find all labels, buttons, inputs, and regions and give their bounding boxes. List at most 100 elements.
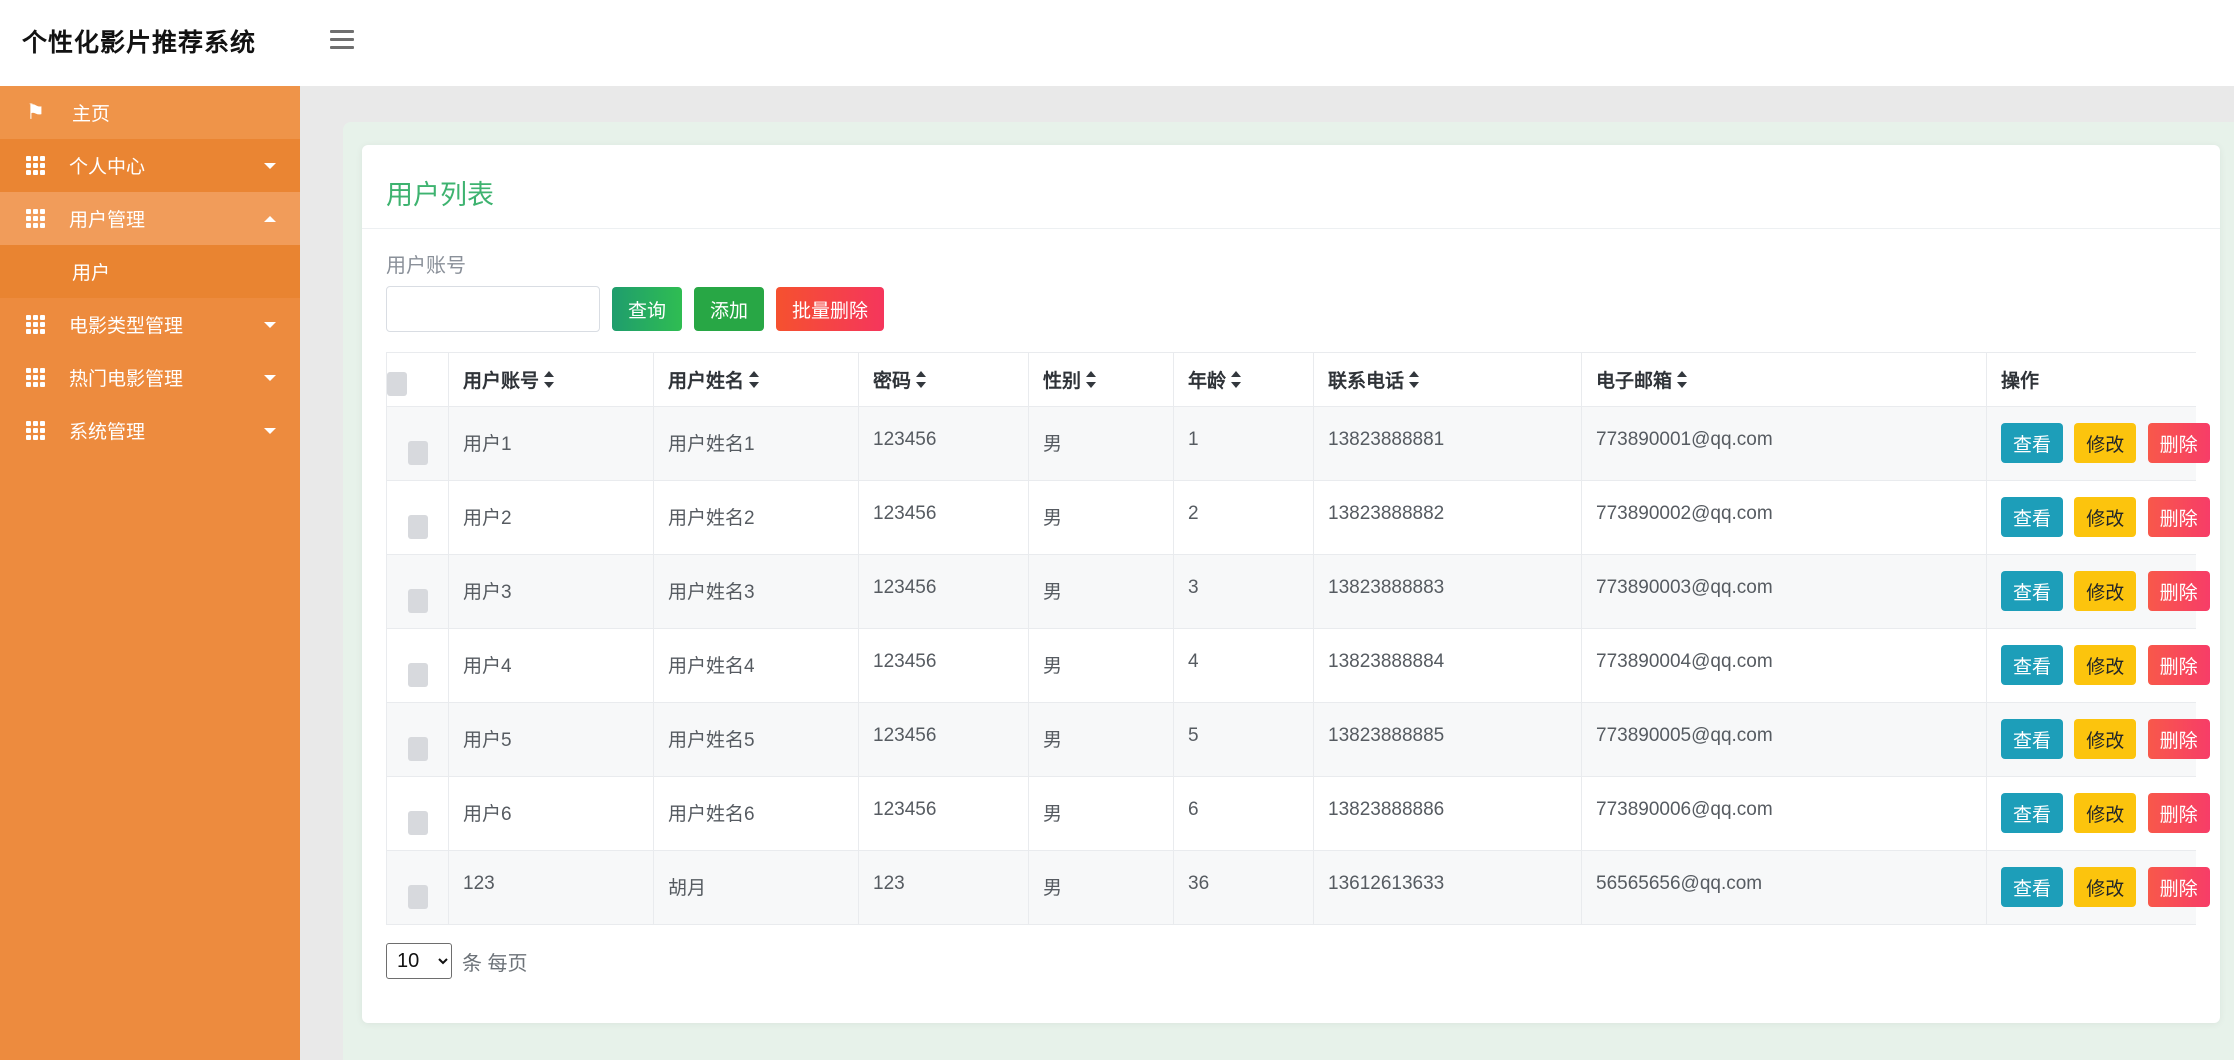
sort-icon	[1677, 371, 1688, 388]
cell-age: 3	[1173, 554, 1314, 629]
cell-gender: 男	[1028, 554, 1174, 629]
row-checkbox[interactable]	[407, 515, 428, 539]
column-header-gender[interactable]: 性别	[1028, 352, 1174, 407]
cell-gender: 男	[1028, 702, 1174, 777]
cell-phone: 13823888885	[1313, 702, 1582, 777]
add-button[interactable]: 添加	[694, 287, 765, 331]
table-row: 用户3 用户姓名3 123456 男 3 13823888883 7738900…	[386, 554, 2210, 629]
edit-button[interactable]: 修改	[2074, 497, 2137, 537]
sidebar-item-label: 主页	[72, 104, 111, 125]
sidebar-item-personal-center[interactable]: 个人中心	[0, 139, 300, 192]
table-row: 用户6 用户姓名6 123456 男 6 13823888886 7738900…	[386, 776, 2210, 851]
cell-gender: 男	[1028, 628, 1174, 703]
sidebar-item-hot-movie-management[interactable]: 热门电影管理	[0, 351, 300, 404]
delete-button[interactable]: 删除	[2147, 867, 2210, 907]
edit-button[interactable]: 修改	[2074, 719, 2137, 759]
actions-cell: 查看 修改 删除	[1986, 850, 2210, 925]
column-header-action: 操作	[1986, 352, 2196, 407]
sort-icon	[1231, 371, 1242, 388]
cell-gender: 男	[1028, 776, 1174, 851]
cell-account: 用户5	[448, 702, 654, 777]
delete-button[interactable]: 删除	[2147, 645, 2210, 685]
delete-button[interactable]: 删除	[2147, 793, 2210, 833]
sidebar-item-movie-type-management[interactable]: 电影类型管理	[0, 298, 300, 351]
edit-button[interactable]: 修改	[2074, 571, 2137, 611]
grid-icon	[26, 156, 45, 175]
view-button[interactable]: 查看	[2001, 645, 2064, 685]
sidebar-item-user-management[interactable]: 用户管理	[0, 192, 300, 245]
cell-gender: 男	[1028, 406, 1174, 481]
view-button[interactable]: 查看	[2001, 423, 2064, 463]
sidebar-item-label: 电影类型管理	[69, 316, 184, 337]
cell-email: 773890004@qq.com	[1581, 628, 1987, 703]
column-header-label: 用户账号	[463, 371, 540, 392]
select-all-header-cell	[386, 352, 449, 407]
column-header-label: 联系电话	[1328, 371, 1405, 392]
cell-name: 用户姓名4	[653, 628, 859, 703]
cell-password: 123	[858, 850, 1029, 925]
delete-button[interactable]: 删除	[2147, 497, 2210, 537]
column-header-label: 电子邮箱	[1596, 371, 1673, 392]
cell-account: 用户2	[448, 480, 654, 555]
delete-button[interactable]: 删除	[2147, 571, 2210, 611]
edit-button[interactable]: 修改	[2074, 645, 2137, 685]
column-header-password[interactable]: 密码	[858, 352, 1029, 407]
row-checkbox[interactable]	[407, 589, 428, 613]
sidebar-item-label: 系统管理	[69, 422, 146, 443]
page-size-select[interactable]: 10	[386, 943, 452, 979]
table-row: 用户2 用户姓名2 123456 男 2 13823888882 7738900…	[386, 480, 2210, 555]
menu-toggle-icon[interactable]	[330, 30, 354, 54]
row-checkbox[interactable]	[407, 441, 428, 465]
delete-button[interactable]: 删除	[2147, 719, 2210, 759]
cell-password: 123456	[858, 628, 1029, 703]
cell-email: 56565656@qq.com	[1581, 850, 1987, 925]
delete-button[interactable]: 删除	[2147, 423, 2210, 463]
cell-name: 用户姓名3	[653, 554, 859, 629]
account-search-input[interactable]	[386, 286, 600, 332]
column-header-name[interactable]: 用户姓名	[653, 352, 859, 407]
cell-phone: 13823888884	[1313, 628, 1582, 703]
cell-phone: 13612613633	[1313, 850, 1582, 925]
row-checkbox[interactable]	[407, 885, 428, 909]
row-checkbox[interactable]	[407, 811, 428, 835]
cell-email: 773890005@qq.com	[1581, 702, 1987, 777]
sidebar-item-home[interactable]: ⚑ 主页	[0, 86, 300, 139]
column-header-email[interactable]: 电子邮箱	[1581, 352, 1987, 407]
view-button[interactable]: 查看	[2001, 497, 2064, 537]
sidebar-item-user[interactable]: 用户	[0, 245, 300, 298]
batch-delete-button[interactable]: 批量删除	[776, 287, 885, 331]
edit-button[interactable]: 修改	[2074, 867, 2137, 907]
select-all-checkbox[interactable]	[387, 372, 407, 396]
column-header-account[interactable]: 用户账号	[448, 352, 654, 407]
cell-account: 用户3	[448, 554, 654, 629]
edit-button[interactable]: 修改	[2074, 423, 2137, 463]
view-button[interactable]: 查看	[2001, 867, 2064, 907]
column-header-phone[interactable]: 联系电话	[1313, 352, 1582, 407]
cell-email: 773890003@qq.com	[1581, 554, 1987, 629]
sidebar: ⚑ 主页 个人中心 用户管理 用户 电影类型管理 热门电影管理 系统管理	[0, 86, 300, 1060]
view-button[interactable]: 查看	[2001, 719, 2064, 759]
view-button[interactable]: 查看	[2001, 793, 2064, 833]
cell-age: 36	[1173, 850, 1314, 925]
sidebar-item-label: 热门电影管理	[69, 369, 184, 390]
column-header-age[interactable]: 年龄	[1173, 352, 1314, 407]
chevron-down-icon	[264, 374, 276, 381]
chevron-down-icon	[264, 427, 276, 434]
query-button[interactable]: 查询	[612, 287, 683, 331]
view-button[interactable]: 查看	[2001, 571, 2064, 611]
chevron-down-icon	[264, 321, 276, 328]
table-header-row: 用户账号 用户姓名 密码 性别 年龄 联系电话 电子邮箱 操作	[386, 352, 2196, 407]
cell-account: 用户1	[448, 406, 654, 481]
cell-name: 用户姓名2	[653, 480, 859, 555]
column-header-label: 年龄	[1188, 371, 1227, 392]
cell-name: 用户姓名1	[653, 406, 859, 481]
edit-button[interactable]: 修改	[2074, 793, 2137, 833]
column-header-label: 性别	[1043, 371, 1082, 392]
sidebar-item-system-management[interactable]: 系统管理	[0, 404, 300, 457]
cell-age: 1	[1173, 406, 1314, 481]
row-checkbox[interactable]	[407, 663, 428, 687]
search-toolbar: 查询 添加 批量删除	[386, 286, 2196, 332]
cell-phone: 13823888882	[1313, 480, 1582, 555]
cell-age: 5	[1173, 702, 1314, 777]
row-checkbox[interactable]	[407, 737, 428, 761]
